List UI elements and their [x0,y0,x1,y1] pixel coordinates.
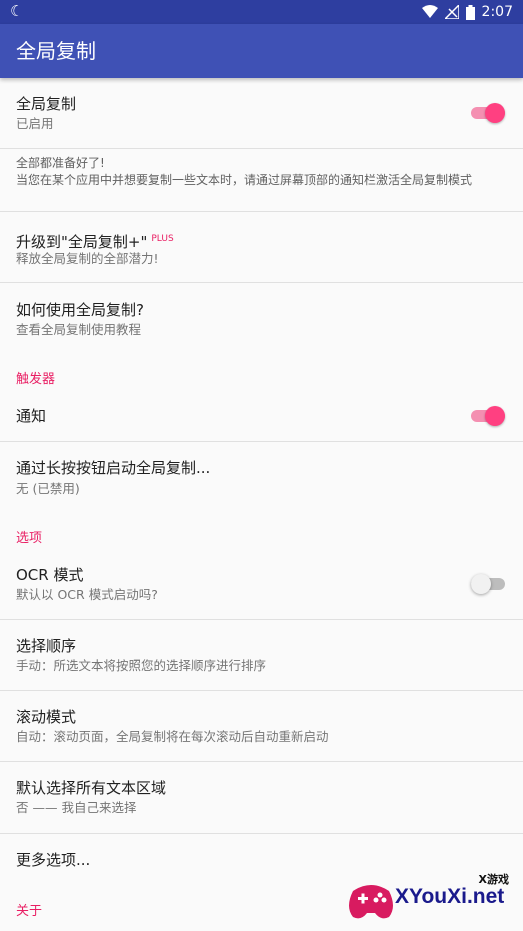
options-header: 选项 [16,531,43,546]
order-row[interactable]: 选择顺序 手动：所选文本将按照您的选择顺序进行排序 [0,620,523,691]
app-title: 全局复制 [16,39,96,63]
info-line-2: 当您在某个应用中并想要复制一些文本时，请通过屏幕顶部的通知栏激活全局复制模式 [16,173,473,187]
scroll-title: 滚动模式 [16,708,77,726]
upgrade-summary: 释放全局复制的全部潜力! [16,251,159,266]
select-all-title: 默认选择所有文本区域 [16,779,167,797]
status-time: 2:07 [481,4,513,20]
ocr-title: OCR 模式 [16,566,84,584]
notification-title: 通知 [16,407,47,425]
order-title: 选择顺序 [16,637,77,655]
watermark-big: XYouXi.net [395,885,505,908]
info-block: 全部都准备好了! 当您在某个应用中并想要复制一些文本时，请通过屏幕顶部的通知栏激… [0,149,523,212]
switch-thumb [471,574,491,594]
select-all-summary: 否 —— 我自己来选择 [16,800,137,815]
notification-switch[interactable] [471,404,505,426]
howto-title: 如何使用全局复制? [16,301,144,319]
upgrade-row[interactable]: 升级到"全局复制+" PLUS 释放全局复制的全部潜力! [0,212,523,283]
long-press-summary: 无 (已禁用) [16,481,80,496]
battery-icon [465,4,475,20]
signal-icon [444,5,459,19]
moon-icon: ☾ [10,2,24,20]
switch-thumb [485,103,505,123]
order-summary: 手动：所选文本将按照您的选择顺序进行排序 [16,658,267,673]
ocr-switch[interactable] [471,572,505,594]
plus-badge: PLUS [151,234,174,244]
main-toggle-row[interactable]: 全局复制 已启用 [0,78,523,149]
howto-row[interactable]: 如何使用全局复制? 查看全局复制使用教程 [0,283,523,353]
notification-row[interactable]: 通知 [0,390,523,442]
howto-summary: 查看全局复制使用教程 [16,322,142,337]
upgrade-title-text: 升级到"全局复制+" [16,233,148,251]
scroll-summary: 自动：滚动页面，全局复制将在每次滚动后自动重新启动 [16,729,329,744]
switch-thumb [485,406,505,426]
status-bar: ☾ 2:07 [0,0,523,24]
upgrade-title: 升级到"全局复制+" PLUS [16,229,174,252]
about-header: 关于 [16,904,43,919]
long-press-row[interactable]: 通过长按按钮启动全局复制... 无 (已禁用) [0,442,523,512]
main-toggle-switch[interactable] [471,101,505,123]
select-all-row[interactable]: 默认选择所有文本区域 否 —— 我自己来选择 [0,762,523,834]
main-toggle-title: 全局复制 [16,95,77,113]
gamepad-logo-icon [349,885,393,919]
more-options-title: 更多选项... [16,851,91,869]
long-press-title: 通过长按按钮启动全局复制... [16,459,211,477]
scroll-row[interactable]: 滚动模式 自动：滚动页面，全局复制将在每次滚动后自动重新启动 [0,691,523,762]
main-toggle-summary: 已启用 [16,116,54,131]
ocr-summary: 默认以 OCR 模式启动吗? [16,587,158,602]
app-bar: 全局复制 [0,24,523,78]
wifi-icon [421,5,438,18]
status-icons: 2:07 [421,3,513,21]
watermark: X游戏 XYouXi.net [347,871,517,927]
ocr-row[interactable]: OCR 模式 默认以 OCR 模式启动吗? [0,549,523,620]
triggers-header: 触发器 [16,372,56,387]
info-line-1: 全部都准备好了! [16,156,105,170]
